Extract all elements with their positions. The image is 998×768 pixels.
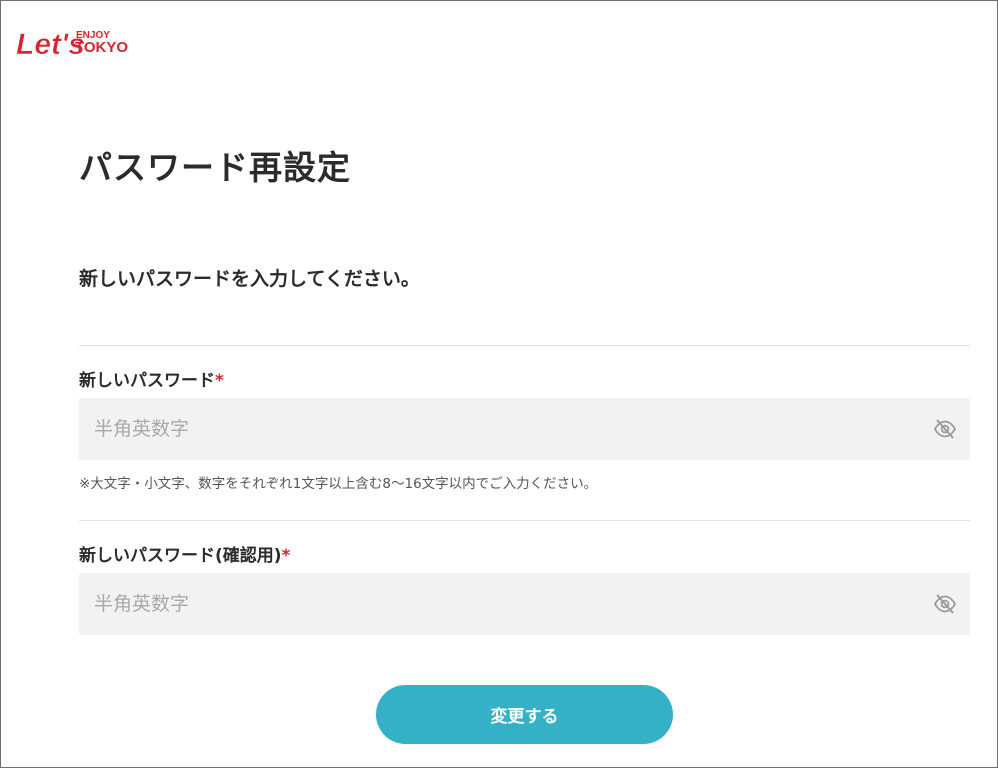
required-mark: *: [215, 371, 224, 391]
page-frame: Let's ENJOY TOKYO パスワード再設定 新しいパスワードを入力して…: [0, 0, 998, 768]
password-hint: ※大文字・小文字、数字をそれぞれ1文字以上含む8～16文字以内でご入力ください。: [79, 476, 598, 492]
required-mark: *: [281, 546, 291, 566]
instruction-text: 新しいパスワードを入力してください。: [79, 268, 420, 290]
confirm-password-label-text: 新しいパスワード(確認用): [79, 546, 282, 566]
confirm-password-field: [79, 573, 970, 635]
new-password-field: [79, 398, 970, 460]
logo-bottom-text: TOKYO: [75, 39, 128, 56]
new-password-label: 新しいパスワード*: [79, 366, 224, 391]
eye-slash-icon[interactable]: [933, 418, 957, 440]
confirm-password-label: 新しいパスワード(確認用)*: [79, 541, 290, 566]
divider: [79, 345, 970, 346]
new-password-input[interactable]: [79, 398, 899, 460]
eye-slash-icon[interactable]: [933, 593, 957, 615]
new-password-label-text: 新しいパスワード: [79, 371, 215, 391]
confirm-password-input[interactable]: [79, 573, 899, 635]
divider: [79, 520, 970, 521]
submit-button[interactable]: 変更する: [376, 685, 673, 744]
page-title: パスワード再設定: [79, 148, 351, 187]
lets-enjoy-tokyo-logo[interactable]: Let's ENJOY TOKYO: [15, 21, 137, 61]
